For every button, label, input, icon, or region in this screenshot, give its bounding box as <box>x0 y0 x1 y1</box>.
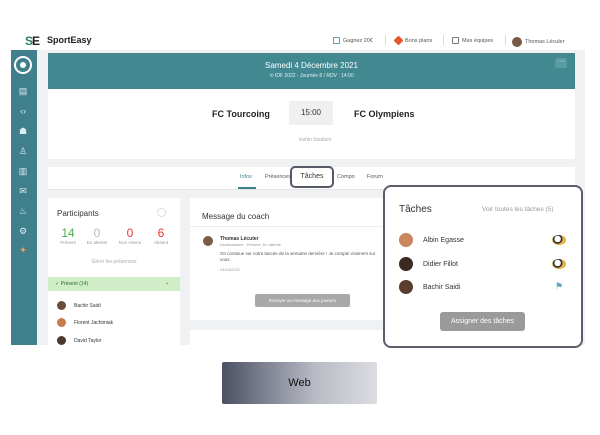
code-icon[interactable]: ‹› <box>17 106 29 116</box>
tab-presences[interactable]: Présences <box>265 174 291 180</box>
participants-title: Participants <box>57 209 99 218</box>
send-message-button[interactable]: Envoyer un message aux joueurs <box>255 294 350 307</box>
user-avatar <box>512 37 522 47</box>
deals-label: Bons plans <box>405 37 433 44</box>
stat-rejected-label: Non retenu <box>118 240 142 245</box>
tab-forum[interactable]: Forum <box>367 174 383 180</box>
stadium-name: Icehin Stadium <box>298 137 332 143</box>
whistle-icon[interactable]: ♨ <box>17 206 29 216</box>
player-name: Bachir Saidi <box>74 302 101 309</box>
task-person-name: Albin Egasse <box>423 236 464 244</box>
top-bar <box>15 30 585 51</box>
mail-icon[interactable]: ✉ <box>17 186 29 196</box>
ball-icon[interactable] <box>552 259 566 269</box>
earn-link[interactable]: Gagnez 20€ <box>333 37 373 44</box>
list-item[interactable]: Florent Jachimiak <box>57 318 113 327</box>
divider <box>190 226 390 227</box>
teams-link[interactable]: Mes équipes <box>452 37 493 44</box>
tag-icon <box>393 35 404 46</box>
player-name: Florent Jachimiak <box>74 319 114 326</box>
match-time: 15:00 <box>289 101 333 125</box>
coach-message-title: Message du coach <box>202 212 270 221</box>
coach-recipients: Destinataires : Présent, En attente <box>220 242 281 247</box>
divider <box>505 35 506 45</box>
event-subtitle: ⟲ IDF 2022 - Journée 8 / RDV : 14:00 <box>48 73 575 79</box>
tab-infos[interactable]: Infos <box>240 174 252 180</box>
ball-icon[interactable] <box>552 235 566 245</box>
lock-icon[interactable] <box>157 208 166 217</box>
event-header <box>48 53 575 89</box>
more-options-button[interactable]: ··· <box>555 58 567 68</box>
club-logo-icon[interactable] <box>14 56 32 74</box>
person-icon[interactable]: ♙ <box>17 146 29 156</box>
stat-absent-value: 6 <box>157 226 165 240</box>
chevron-down-icon[interactable]: ⌄ <box>165 280 169 286</box>
avatar <box>399 257 413 271</box>
shirt-icon <box>452 37 459 44</box>
teams-label: Mes équipes <box>462 37 494 44</box>
next-card <box>190 330 390 346</box>
active-tab-indicator <box>238 187 256 189</box>
assign-tasks-button[interactable]: Assigner des tâches <box>440 312 525 331</box>
platform-label: Web <box>222 362 377 404</box>
stats-icon[interactable]: ▥ <box>17 166 29 176</box>
tasks-title: Tâches <box>399 204 432 215</box>
coach-message-text: On continue sur notre lancée de la semai… <box>220 251 376 262</box>
home-team: FC Tourcoing <box>212 109 270 119</box>
tab-taches[interactable]: Tâches <box>290 173 334 180</box>
flag-icon[interactable]: ⚑ <box>552 281 566 291</box>
event-subtitle-text: IDF 2022 - Journée 8 / RDV : 14:00 <box>274 73 354 79</box>
player-name: David Taylor <box>74 337 102 344</box>
stat-waiting-value: 0 <box>93 226 101 240</box>
avatar <box>57 318 66 327</box>
stat-present-value: 14 <box>61 226 75 240</box>
divider <box>443 35 444 45</box>
sporteasy-logo[interactable]: SE <box>25 34 45 48</box>
avatar <box>399 233 413 247</box>
stat-waiting-label: En attente <box>86 240 108 245</box>
earn-label: Gagnez 20€ <box>343 37 373 44</box>
gift-icon <box>333 37 340 44</box>
task-row[interactable]: Bachir Saidi <box>399 280 460 294</box>
group-icon[interactable]: ☗ <box>17 126 29 136</box>
task-person-name: Bachir Saidi <box>423 283 461 291</box>
away-team: FC Olympiens <box>354 109 415 119</box>
divider <box>385 35 386 45</box>
stat-rejected-value: 0 <box>126 226 134 240</box>
task-person-name: Didier Fillot <box>423 260 459 268</box>
stat-absent-label: Absent <box>153 240 168 245</box>
brand-name: SportEasy <box>47 35 92 45</box>
list-item[interactable]: Bachir Saidi <box>57 301 101 310</box>
see-all-tasks-link[interactable]: Voir toutes les tâches (5) <box>482 206 554 213</box>
avatar <box>57 301 66 310</box>
present-group-text: Présent (14) <box>60 281 89 287</box>
avatar <box>399 280 413 294</box>
deals-link[interactable]: Bons plans <box>393 35 433 46</box>
coach-message-date: 24/10/2021 <box>220 267 241 272</box>
event-date: Samedi 4 Décembre 2021 <box>265 61 358 70</box>
manage-presences-link[interactable]: Gérer les présences <box>48 259 180 265</box>
settings-icon[interactable]: ⚙ <box>17 226 29 236</box>
task-row[interactable]: Didier Fillot <box>399 257 458 271</box>
avatar <box>57 336 66 345</box>
avatar <box>203 236 213 246</box>
task-row[interactable]: Albin Egasse <box>399 233 464 247</box>
user-name: Thomas Léculer <box>525 39 565 45</box>
list-item[interactable]: David Taylor <box>57 336 101 345</box>
user-menu[interactable]: Thomas Léculer <box>512 37 564 47</box>
calendar-icon[interactable]: ▤ <box>17 86 29 96</box>
team-logo-icon[interactable]: ✦ <box>17 245 29 255</box>
present-group-label: ✓ Présent (14) <box>55 281 88 287</box>
tab-compo[interactable]: Compo <box>337 174 355 180</box>
